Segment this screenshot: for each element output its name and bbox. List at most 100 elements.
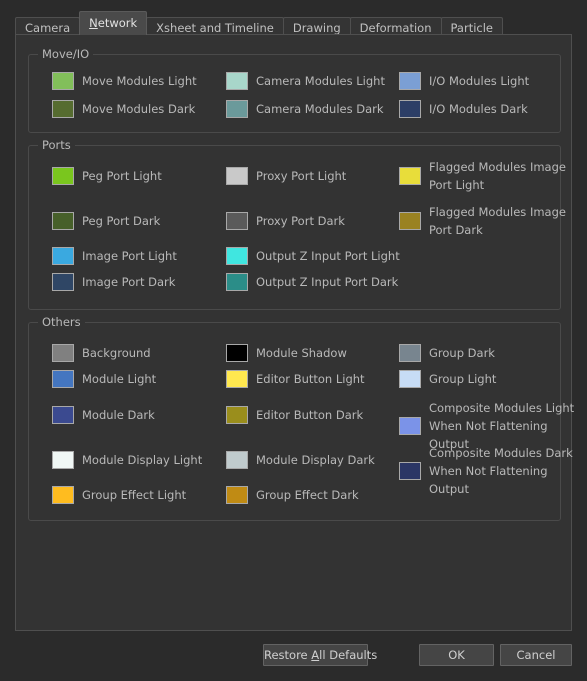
color-swatch[interactable] xyxy=(52,451,74,469)
color-row: I/O Modules Light xyxy=(399,72,529,90)
color-label: Module Display Dark xyxy=(256,453,375,467)
color-swatch[interactable] xyxy=(226,370,248,388)
color-swatch[interactable] xyxy=(52,72,74,90)
color-row: Composite Modules Dark When Not Flatteni… xyxy=(399,444,587,498)
color-row: Output Z Input Port Light xyxy=(226,247,400,265)
color-swatch[interactable] xyxy=(226,212,248,230)
color-swatch[interactable] xyxy=(399,370,421,388)
color-swatch[interactable] xyxy=(52,100,74,118)
color-label: Group Light xyxy=(429,372,497,386)
color-label: Peg Port Dark xyxy=(82,214,161,228)
color-label: Camera Modules Dark xyxy=(256,102,384,116)
color-swatch[interactable] xyxy=(399,167,421,185)
color-swatch[interactable] xyxy=(226,273,248,291)
color-swatch[interactable] xyxy=(226,167,248,185)
color-label: Proxy Port Dark xyxy=(256,214,345,228)
group-move-io: Move/IO Move Modules Light Move Modules Da… xyxy=(28,48,561,133)
color-swatch[interactable] xyxy=(399,212,421,230)
color-label: Peg Port Light xyxy=(82,169,162,183)
color-swatch[interactable] xyxy=(226,100,248,118)
color-row: Group Dark xyxy=(399,344,495,362)
color-swatch[interactable] xyxy=(399,462,421,480)
color-row: Proxy Port Dark xyxy=(226,212,345,230)
color-row: Group Effect Light xyxy=(52,486,186,504)
color-swatch[interactable] xyxy=(399,72,421,90)
color-row: Module Display Dark xyxy=(226,451,375,469)
color-row: I/O Modules Dark xyxy=(399,100,528,118)
restore-all-defaults-button[interactable]: Restore All Defaults xyxy=(263,644,377,666)
color-row: Camera Modules Light xyxy=(226,72,385,90)
color-label: I/O Modules Dark xyxy=(429,102,528,116)
color-row: Editor Button Light xyxy=(226,370,365,388)
color-swatch[interactable] xyxy=(52,344,74,362)
color-swatch[interactable] xyxy=(226,486,248,504)
color-label: Editor Button Dark xyxy=(256,408,364,422)
color-swatch[interactable] xyxy=(52,406,74,424)
color-swatch[interactable] xyxy=(226,406,248,424)
dialog-button-bar: Restore All Defaults OK Cancel xyxy=(0,640,587,670)
color-row: Group Effect Dark xyxy=(226,486,359,504)
color-swatch[interactable] xyxy=(399,344,421,362)
preferences-tab-bar: Camera Network Xsheet and Timeline Drawing D… xyxy=(15,11,503,37)
color-row: Module Shadow xyxy=(226,344,347,362)
color-swatch[interactable] xyxy=(226,344,248,362)
color-swatch[interactable] xyxy=(52,370,74,388)
color-row: Background xyxy=(52,344,151,362)
color-swatch[interactable] xyxy=(52,247,74,265)
color-row: Peg Port Dark xyxy=(52,212,160,230)
color-swatch[interactable] xyxy=(52,212,74,230)
color-row: Flagged Modules Image Port Dark xyxy=(399,203,587,239)
color-row: Move Modules Dark xyxy=(52,100,195,118)
color-row: Move Modules Light xyxy=(52,72,197,90)
color-label: Image Port Dark xyxy=(82,275,176,289)
network-preferences-panel: Move/IO Move Modules Light Move Modules Da… xyxy=(15,34,574,631)
group-title: Ports xyxy=(38,139,75,151)
group-title: Move/IO xyxy=(38,48,94,60)
color-label: Module Shadow xyxy=(256,346,347,360)
color-row: Flagged Modules Image Port Light xyxy=(399,158,587,194)
color-label: Image Port Light xyxy=(82,249,177,263)
color-row: Proxy Port Light xyxy=(226,167,346,185)
color-swatch[interactable] xyxy=(399,417,421,435)
tab-network[interactable]: Network xyxy=(79,11,148,35)
color-label: Flagged Modules Image Port Dark xyxy=(429,205,566,237)
color-row: Image Port Light xyxy=(52,247,177,265)
color-row: Peg Port Light xyxy=(52,167,162,185)
group-title: Others xyxy=(38,316,85,328)
group-others: Others Background Module Light Module Dark M… xyxy=(28,316,574,521)
color-label: Move Modules Light xyxy=(82,74,197,88)
color-label: Group Effect Light xyxy=(82,488,187,502)
network-preferences-dialog: Camera Network Xsheet and Timeline Drawing D… xyxy=(0,0,587,681)
color-label: Group Effect Dark xyxy=(256,488,359,502)
color-label: Composite Modules Dark When Not Flatteni… xyxy=(429,446,573,496)
color-row: Image Port Dark xyxy=(52,273,175,291)
color-label: Group Dark xyxy=(429,346,495,360)
ok-button[interactable]: OK xyxy=(419,644,494,666)
color-label: Module Display Light xyxy=(82,453,203,467)
color-label: Module Dark xyxy=(82,408,155,422)
color-label: Background xyxy=(82,346,151,360)
group-ports: Ports Peg Port Light Peg Port Dark Image Po… xyxy=(28,139,566,310)
color-label: Output Z Input Port Light xyxy=(256,249,400,263)
color-swatch[interactable] xyxy=(399,100,421,118)
color-label: Editor Button Light xyxy=(256,372,365,386)
color-row: Group Light xyxy=(399,370,496,388)
cancel-button[interactable]: Cancel xyxy=(500,644,572,666)
color-row: Module Light xyxy=(52,370,156,388)
color-label: Flagged Modules Image Port Light xyxy=(429,160,566,192)
color-row: Editor Button Dark xyxy=(226,406,363,424)
color-label: I/O Modules Light xyxy=(429,74,530,88)
color-label: Camera Modules Light xyxy=(256,74,385,88)
color-row: Module Display Light xyxy=(52,451,202,469)
color-swatch[interactable] xyxy=(52,486,74,504)
color-swatch[interactable] xyxy=(226,451,248,469)
color-swatch[interactable] xyxy=(226,247,248,265)
color-label: Proxy Port Light xyxy=(256,169,347,183)
color-row: Camera Modules Dark xyxy=(226,100,384,118)
color-swatch[interactable] xyxy=(52,273,74,291)
color-label: Output Z Input Port Dark xyxy=(256,275,399,289)
color-swatch[interactable] xyxy=(226,72,248,90)
color-row: Module Dark xyxy=(52,406,155,424)
color-swatch[interactable] xyxy=(52,167,74,185)
color-label: Move Modules Dark xyxy=(82,102,196,116)
